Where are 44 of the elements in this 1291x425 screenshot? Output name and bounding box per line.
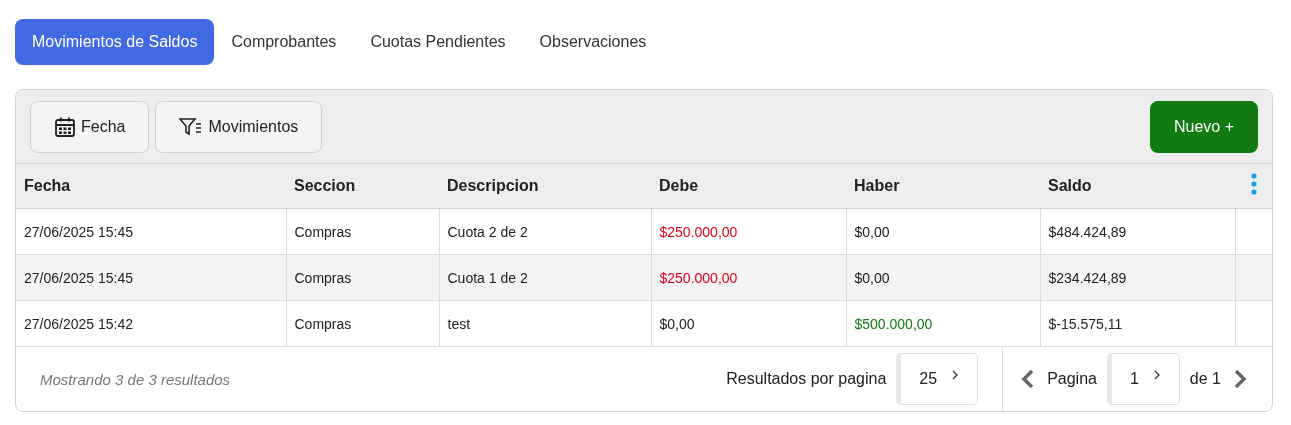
filter-icon [179,116,204,137]
table-cell: Cuota 2 de 2 [447,223,528,240]
column-header: Saldo [1048,177,1092,194]
page-label: Pagina [1047,370,1097,388]
tab[interactable]: Movimientos de Saldos [15,19,215,65]
tab[interactable]: Cuotas Pendientes [353,19,523,65]
table-cell: Compras [294,223,352,240]
page-total: de 1 [1189,370,1221,388]
table-cell: 27/06/2025 15:42 [24,315,133,332]
table-cell: Compras [294,269,352,286]
more-options-icon[interactable] [1250,173,1257,195]
column-header: Fecha [24,177,71,194]
table-cell: $500.000,00 [854,315,933,332]
chevron-icon [1152,370,1161,380]
per-page-label: Resultados por pagina [726,370,887,388]
table-cell: 27/06/2025 15:45 [24,269,133,286]
table-cell: $0,00 [854,269,890,286]
table-cell: Cuota 1 de 2 [447,269,528,286]
previous-page-icon[interactable] [1021,369,1036,389]
calendar-icon [54,115,76,138]
table-cell: $250.000,00 [659,269,738,286]
table-cell: $234.424,89 [1048,269,1127,286]
filter-button[interactable]: Movimientos [155,100,323,153]
date-filter-button[interactable]: Fecha [30,100,150,153]
tab[interactable]: Comprobantes [214,19,354,65]
next-page-icon[interactable] [1233,369,1247,389]
page-select[interactable]: 1 [1106,353,1180,405]
column-header: Debe [659,177,699,194]
results-summary: Mostrando 3 de 3 resultados [40,370,231,388]
table-cell: Compras [294,315,352,332]
table-cell: $0,00 [659,315,695,332]
table-cell: $250.000,00 [659,223,738,240]
tab[interactable]: Observaciones [522,19,664,65]
table-cell: $484.424,89 [1048,223,1127,240]
table-cell: test [447,315,471,332]
chevron-icon [951,370,960,380]
new-button[interactable]: Nuevo + [1149,100,1258,153]
column-header: Seccion [294,177,356,194]
table-cell: $0,00 [854,223,890,240]
table-cell: 27/06/2025 15:45 [24,223,133,240]
column-header: Descripcion [447,177,539,194]
per-page-select[interactable]: 25 [896,353,979,405]
table-cell: $-15.575,11 [1048,315,1123,332]
column-header: Haber [854,177,900,194]
